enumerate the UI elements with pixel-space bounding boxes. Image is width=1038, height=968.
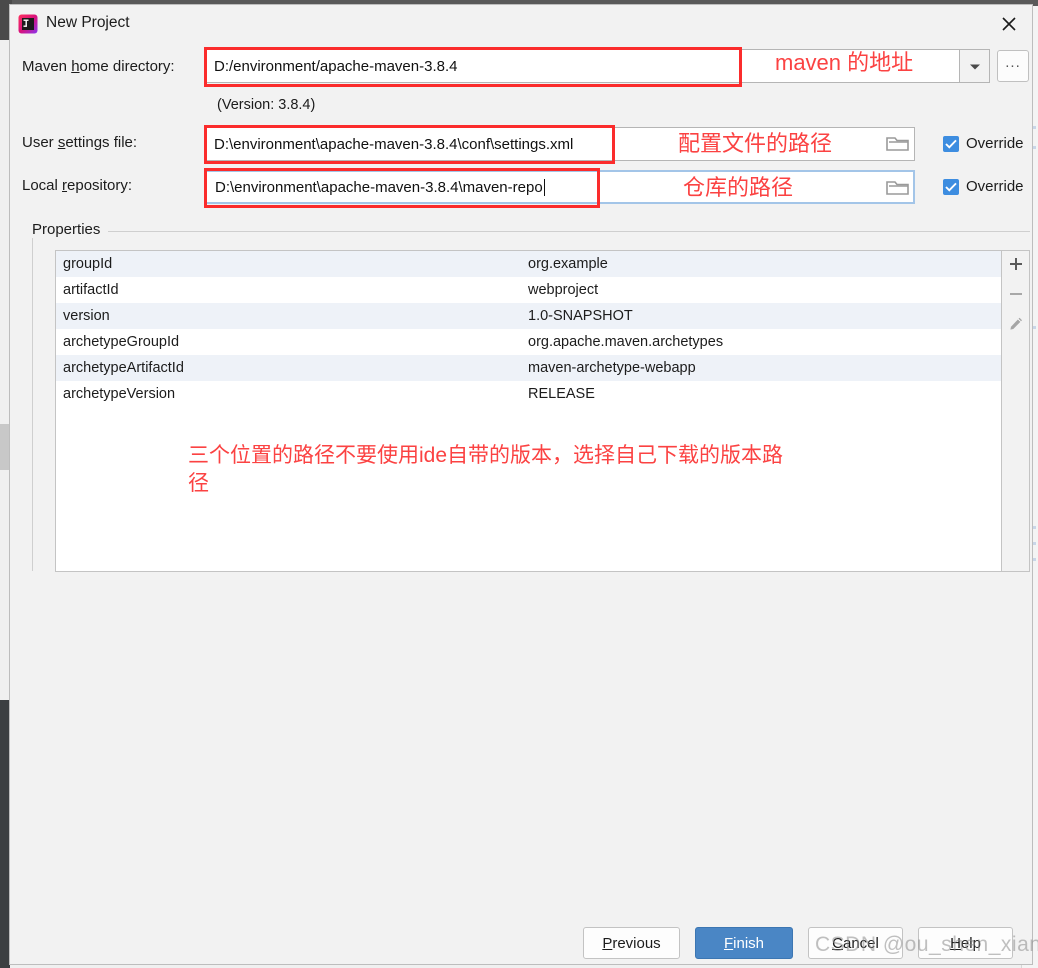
new-project-dialog: New Project Maven home directory: D:/env… bbox=[10, 5, 1032, 964]
help-button[interactable]: Help bbox=[918, 927, 1013, 959]
maven-home-dropdown-button[interactable] bbox=[960, 49, 990, 83]
properties-table[interactable]: groupId org.example artifactId webprojec… bbox=[55, 250, 1002, 572]
minus-icon bbox=[1008, 286, 1024, 306]
annotation-main-note: 三个位置的路径不要使用ide自带的版本，选择自己下载的版本路径 bbox=[188, 444, 784, 496]
properties-legend: Properties bbox=[32, 221, 109, 238]
property-value: maven-archetype-webapp bbox=[528, 360, 696, 376]
table-row[interactable]: groupId org.example bbox=[56, 251, 1001, 277]
local-repository-label: Local repository: bbox=[22, 177, 133, 194]
table-row[interactable]: version 1.0-SNAPSHOT bbox=[56, 303, 1001, 329]
property-value: webproject bbox=[528, 282, 599, 298]
user-settings-override-label: Override bbox=[966, 135, 1024, 152]
dialog-title-bar: New Project bbox=[10, 5, 1032, 43]
maven-home-label: Maven home directory: bbox=[22, 58, 175, 75]
properties-group-left-rule bbox=[32, 231, 33, 571]
annotation-maven-home: maven 的地址 bbox=[775, 50, 914, 75]
text-caret bbox=[543, 178, 545, 196]
table-row[interactable]: archetypeGroupId org.apache.maven.archet… bbox=[56, 329, 1001, 355]
close-icon[interactable] bbox=[986, 5, 1032, 43]
property-key: archetypeGroupId bbox=[63, 334, 180, 350]
add-property-button[interactable] bbox=[1002, 251, 1029, 281]
maven-home-value: D:/environment/apache-maven-3.8.4 bbox=[214, 57, 458, 75]
property-value: 1.0-SNAPSHOT bbox=[528, 308, 633, 324]
property-key: archetypeArtifactId bbox=[63, 360, 184, 376]
property-key: groupId bbox=[63, 256, 113, 272]
checkbox-checked-icon bbox=[943, 178, 959, 195]
intellij-idea-icon bbox=[18, 14, 38, 34]
properties-table-toolbar bbox=[1002, 250, 1030, 572]
ide-left-scrollbar[interactable] bbox=[0, 424, 9, 470]
plus-icon bbox=[1008, 256, 1024, 276]
previous-button[interactable]: Previous bbox=[583, 927, 680, 959]
local-repository-input[interactable]: D:\environment\apache-maven-3.8.4\maven-… bbox=[205, 170, 915, 204]
folder-icon[interactable] bbox=[886, 177, 910, 199]
properties-group-rule bbox=[32, 231, 1030, 232]
chevron-down-icon bbox=[969, 58, 981, 75]
folder-icon[interactable] bbox=[886, 133, 910, 155]
local-repository-override-checkbox[interactable]: Override bbox=[943, 178, 1024, 195]
remove-property-button[interactable] bbox=[1002, 281, 1029, 311]
property-value: org.apache.maven.archetypes bbox=[528, 334, 724, 350]
annotation-local-repository: 仓库的路径 bbox=[683, 175, 794, 200]
user-settings-label: User settings file: bbox=[22, 134, 138, 151]
pencil-icon bbox=[1008, 316, 1024, 336]
finish-button[interactable]: Finish bbox=[695, 927, 793, 959]
cancel-button[interactable]: Cancel bbox=[808, 927, 903, 959]
property-value: org.example bbox=[528, 256, 608, 272]
dialog-title: New Project bbox=[46, 14, 130, 31]
checkbox-checked-icon bbox=[943, 135, 959, 152]
table-row[interactable]: archetypeArtifactId maven-archetype-weba… bbox=[56, 355, 1001, 381]
property-key: version bbox=[63, 308, 110, 324]
property-value: RELEASE bbox=[528, 386, 595, 402]
maven-home-browse-button[interactable]: ... bbox=[997, 50, 1029, 82]
user-settings-override-checkbox[interactable]: Override bbox=[943, 135, 1024, 152]
annotation-user-settings: 配置文件的路径 bbox=[678, 131, 833, 156]
table-row[interactable]: archetypeVersion RELEASE bbox=[56, 381, 1001, 407]
edit-property-button[interactable] bbox=[1002, 311, 1029, 341]
property-key: archetypeVersion bbox=[63, 386, 176, 402]
table-row[interactable]: artifactId webproject bbox=[56, 277, 1001, 303]
property-key: artifactId bbox=[63, 282, 119, 298]
maven-version-note: (Version: 3.8.4) bbox=[217, 97, 316, 113]
ide-left-dark-strip bbox=[0, 700, 10, 968]
local-repository-value: D:\environment\apache-maven-3.8.4\maven-… bbox=[215, 178, 543, 196]
user-settings-value: D:\environment\apache-maven-3.8.4\conf\s… bbox=[214, 135, 574, 153]
local-repository-override-label: Override bbox=[966, 178, 1024, 195]
